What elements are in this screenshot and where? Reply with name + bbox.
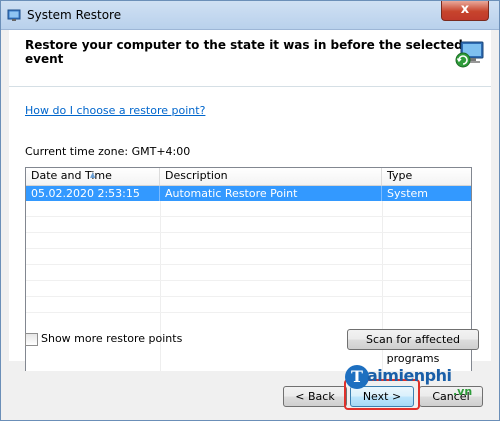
header-instruction: Restore your computer to the state it wa… — [25, 38, 463, 66]
header-panel: Restore your computer to the state it wa… — [9, 30, 491, 87]
close-icon: x — [460, 2, 470, 17]
row-divider — [26, 312, 471, 313]
row-divider — [26, 232, 471, 233]
restore-computer-icon — [455, 41, 484, 68]
column-header-type[interactable]: Type — [382, 168, 471, 185]
watermark-domain: .vn — [453, 385, 473, 398]
back-button[interactable]: < Back — [283, 386, 347, 407]
sort-arrow-icon: ▲ — [90, 171, 96, 179]
row-divider — [26, 264, 471, 265]
row-divider — [26, 296, 471, 297]
watermark: T aimienphi .vn — [345, 365, 495, 398]
watermark-logo-icon: T — [345, 365, 369, 389]
row-divider — [26, 216, 471, 217]
cell-date: 05.02.2020 2:53:15 — [26, 186, 160, 201]
system-restore-window: System Restore x Restore your computer t… — [0, 0, 500, 421]
column-header-date[interactable]: Date and Time ▲ — [26, 168, 160, 185]
cell-description: Automatic Restore Point — [160, 186, 382, 201]
table-header: Date and Time ▲ Description Type — [26, 168, 471, 186]
table-row[interactable]: 05.02.2020 2:53:15 Automatic Restore Poi… — [26, 186, 471, 201]
row-divider — [26, 248, 471, 249]
close-button[interactable]: x — [441, 1, 489, 21]
scan-affected-programs-button[interactable]: Scan for affected programs — [347, 329, 479, 365]
system-restore-icon — [7, 9, 21, 21]
window-title: System Restore — [27, 8, 122, 22]
cell-type: System — [387, 187, 429, 200]
show-more-label[interactable]: Show more restore points — [41, 332, 182, 345]
row-divider — [26, 280, 471, 281]
help-link[interactable]: How do I choose a restore point? — [25, 104, 205, 117]
content-panel: How do I choose a restore point? Current… — [9, 87, 491, 401]
show-more-checkbox[interactable] — [25, 333, 38, 346]
watermark-brand: aimienphi — [367, 366, 452, 385]
column-header-description[interactable]: Description — [160, 168, 382, 185]
title-bar[interactable]: System Restore x — [1, 1, 499, 30]
timezone-label: Current time zone: GMT+4:00 — [25, 145, 191, 158]
